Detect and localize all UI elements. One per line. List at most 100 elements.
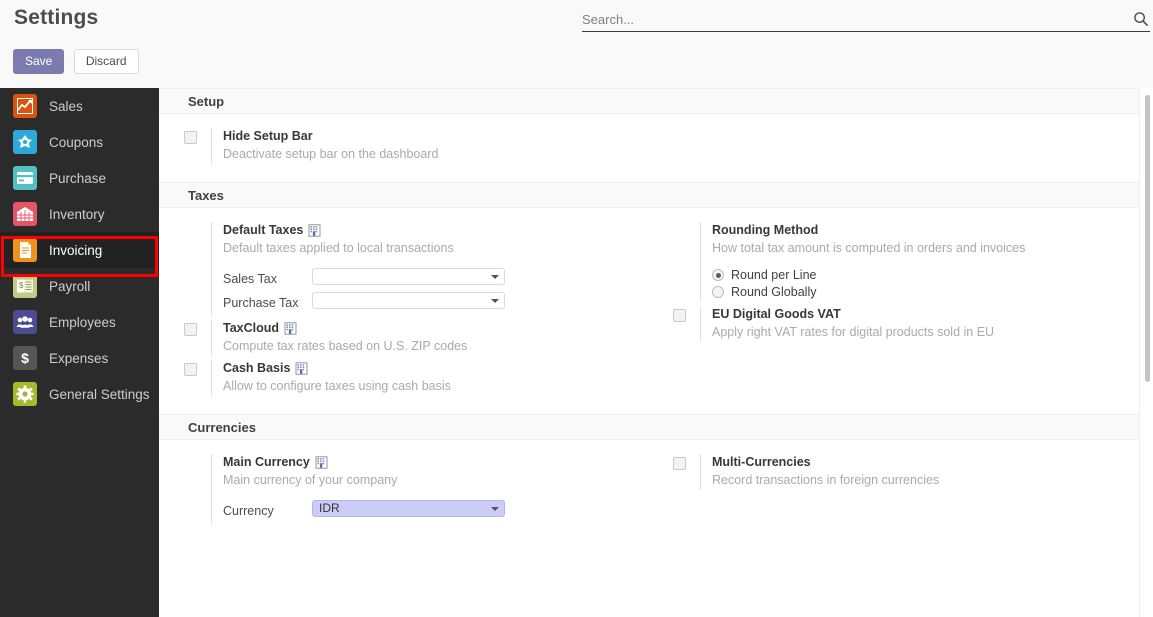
scrollbar-thumb[interactable] [1145, 95, 1150, 382]
section-column-left: Default Taxes Default taxes applied to lo… [159, 222, 618, 400]
setting-title-row: Default Taxes [223, 222, 618, 239]
sidebar-item-general-settings[interactable]: General Settings [0, 376, 159, 412]
dollar-sign-icon: $ [13, 346, 37, 370]
checkbox-slot [673, 306, 700, 342]
setting-title-row: Main Currency [223, 454, 618, 471]
sidebar-item-inventory[interactable]: Inventory [0, 196, 159, 232]
magnifier-icon[interactable] [1133, 11, 1149, 27]
field-label: Sales Tax [223, 272, 277, 286]
setting-checkbox[interactable] [184, 323, 197, 336]
search-input[interactable] [582, 8, 1122, 30]
chevron-down-icon[interactable] [491, 275, 499, 279]
setting-title-row: Rounding Method [712, 222, 1107, 239]
radio-button[interactable] [712, 286, 724, 298]
section-column-right [648, 128, 1107, 168]
radio-label: Round per Line [731, 268, 817, 282]
company-building-icon [308, 224, 321, 237]
setting-item: TaxCloud Compute tax rates based on U.S. … [159, 320, 618, 356]
setting-item: EU Digital Goods VAT Apply right VAT rate… [648, 306, 1107, 342]
setting-description: Allow to configure taxes using cash basi… [223, 379, 451, 393]
checkbox-slot [184, 222, 211, 316]
people-group-icon [13, 310, 37, 334]
form-field: Sales Tax [223, 268, 618, 287]
setting-title: Multi-Currencies [712, 455, 811, 469]
sidebar: Sales Coupons Purchase Inventory Invoicing $ P… [0, 88, 159, 617]
setting-description: Main currency of your company [223, 473, 398, 487]
section-header: Currencies [159, 414, 1140, 440]
field-label: Currency [223, 504, 274, 518]
sidebar-item-label: General Settings [49, 386, 150, 402]
sales-chart-icon [13, 94, 37, 118]
radio-option[interactable]: Round per Line [712, 268, 1107, 282]
setting-title-row: Cash Basis [223, 360, 618, 377]
chevron-down-icon[interactable] [491, 299, 499, 303]
setting-body: Default Taxes Default taxes applied to lo… [211, 222, 618, 316]
discard-button[interactable]: Discard [73, 49, 139, 74]
setting-title: Hide Setup Bar [223, 129, 313, 143]
setting-item: Cash Basis Allow to configure taxes using… [159, 360, 618, 396]
form-field: Purchase Tax [223, 292, 618, 311]
section-column-left: Hide Setup Bar Deactivate setup bar on th… [159, 128, 618, 168]
section-body: Hide Setup Bar Deactivate setup bar on th… [159, 114, 1140, 182]
section-column-right: Rounding Method How total tax amount is c… [648, 222, 1107, 400]
settings-page: Settings Save Discard Sales Coupons Purcha… [0, 0, 1153, 617]
sidebar-item-invoicing[interactable]: Invoicing [0, 232, 159, 268]
setting-item: Default Taxes Default taxes applied to lo… [159, 222, 618, 316]
setting-item: Hide Setup Bar Deactivate setup bar on th… [159, 128, 618, 164]
company-building-icon [295, 362, 308, 375]
setting-fields: Currency IDR [223, 500, 618, 519]
setting-description: Apply right VAT rates for digital produc… [712, 325, 995, 339]
setting-description: Compute tax rates based on U.S. ZIP code… [223, 339, 468, 353]
form-field: Currency IDR [223, 500, 618, 519]
sidebar-item-employees[interactable]: Employees [0, 304, 159, 340]
radio-label: Round Globally [731, 285, 817, 299]
setting-title-row: Multi-Currencies [712, 454, 1107, 471]
vertical-scrollbar[interactable] [1139, 88, 1153, 617]
setting-description: Record transactions in foreign currencie… [712, 473, 940, 487]
setting-description: How total tax amount is computed in orde… [712, 241, 1026, 255]
sidebar-item-label: Purchase [49, 170, 107, 186]
setting-checkbox[interactable] [673, 309, 686, 322]
sidebar-item-payroll[interactable]: $ Payroll [0, 268, 159, 304]
company-building-icon [315, 456, 328, 469]
setting-body: TaxCloud Compute tax rates based on U.S. … [211, 320, 618, 356]
setting-body: Hide Setup Bar Deactivate setup bar on th… [211, 128, 618, 164]
top-bar: Settings Save Discard [0, 0, 1153, 88]
save-button[interactable]: Save [13, 49, 65, 74]
section-title: Currencies [188, 419, 256, 435]
setting-title-row: TaxCloud [223, 320, 618, 337]
setting-body: Main Currency Main currency of your compa… [211, 454, 618, 524]
field-select-value: IDR [319, 501, 340, 515]
setting-title: TaxCloud [223, 321, 280, 335]
sidebar-item-label: Inventory [49, 206, 105, 222]
setting-title: Cash Basis [223, 361, 291, 375]
setting-checkbox[interactable] [184, 131, 197, 144]
setting-description: Default taxes applied to local transacti… [223, 241, 454, 255]
radio-button[interactable] [712, 269, 724, 281]
setting-checkbox[interactable] [673, 457, 686, 470]
setting-body: Cash Basis Allow to configure taxes using… [211, 360, 618, 396]
sidebar-item-expenses[interactable]: $ Expenses [0, 340, 159, 376]
sidebar-item-label: Invoicing [49, 242, 103, 258]
field-select[interactable]: IDR [312, 500, 505, 517]
chevron-down-icon[interactable] [491, 507, 499, 511]
sidebar-item-label: Expenses [49, 350, 109, 366]
setting-title: Default Taxes [223, 223, 304, 237]
sidebar-item-sales[interactable]: Sales [0, 88, 159, 124]
company-building-icon [284, 322, 297, 335]
radio-option[interactable]: Round Globally [712, 285, 1107, 299]
setting-body: Multi-Currencies Record transactions in f… [700, 454, 1107, 490]
setting-item: Rounding Method How total tax amount is c… [648, 222, 1107, 302]
setting-item: Multi-Currencies Record transactions in f… [648, 454, 1107, 490]
section-column-left: Main Currency Main currency of your compa… [159, 454, 618, 528]
field-select[interactable] [312, 292, 505, 309]
sidebar-item-purchase[interactable]: Purchase [0, 160, 159, 196]
checkbox-slot [673, 222, 700, 302]
setting-title-row: EU Digital Goods VAT [712, 306, 1107, 323]
setting-description: Deactivate setup bar on the dashboard [223, 147, 439, 161]
setting-checkbox[interactable] [184, 363, 197, 376]
field-select[interactable] [312, 268, 505, 285]
sidebar-item-coupons[interactable]: Coupons [0, 124, 159, 160]
page-title: Settings [14, 6, 99, 29]
sidebar-item-label: Payroll [49, 278, 91, 294]
